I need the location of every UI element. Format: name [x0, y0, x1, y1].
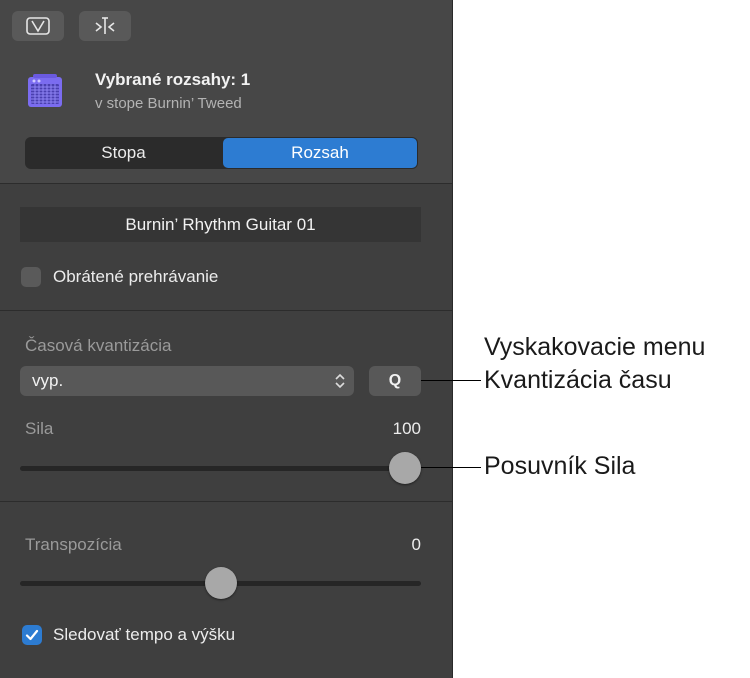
- transpose-value: 0: [411, 535, 421, 554]
- inspector-icon: [26, 17, 50, 35]
- quantize-button[interactable]: Q: [369, 366, 421, 396]
- time-quantize-label: Časová kvantizácia: [25, 336, 172, 355]
- selection-title: Vybrané rozsahy: 1: [95, 70, 251, 89]
- strength-slider-track[interactable]: [20, 466, 421, 471]
- popup-arrows-icon: [335, 373, 345, 389]
- divider: [0, 501, 452, 502]
- track-region-segmented-control: Stopa Rozsah: [25, 137, 418, 169]
- region-name-field[interactable]: Burnin’ Rhythm Guitar 01: [20, 207, 421, 242]
- callout-line-quantize: [421, 380, 481, 381]
- reverse-playback-label: Obrátené prehrávanie: [53, 267, 219, 286]
- time-quantize-value: vyp.: [32, 371, 64, 390]
- amp-icon: [28, 74, 62, 107]
- divider: [0, 183, 452, 184]
- callout-quantize-line1: Vyskakovacie menu: [484, 333, 706, 361]
- inspector-toggle-button[interactable]: [12, 11, 64, 41]
- tab-track[interactable]: Stopa: [25, 137, 222, 169]
- divider: [0, 310, 452, 311]
- follow-tempo-label: Sledovať tempo a výšku: [53, 625, 236, 644]
- snap-icon: [95, 17, 115, 34]
- strength-value: 100: [392, 419, 421, 438]
- follow-tempo-checkbox[interactable]: [22, 625, 42, 645]
- checkmark-icon: [25, 629, 39, 641]
- callout-quantize-line2: Kvantizácia času: [484, 366, 672, 394]
- callout-line-strength: [421, 467, 481, 468]
- tab-region[interactable]: Rozsah: [223, 138, 417, 168]
- transpose-label: Transpozícia: [25, 535, 122, 554]
- selection-subtitle: v stope Burnin’ Tweed: [95, 95, 242, 112]
- panel-border: [452, 0, 453, 678]
- reverse-playback-checkbox[interactable]: [21, 267, 41, 287]
- strength-label: Sila: [25, 419, 54, 438]
- callout-strength: Posuvník Sila: [484, 452, 636, 480]
- time-quantize-popup[interactable]: vyp.: [20, 366, 354, 396]
- strength-slider-knob[interactable]: [389, 452, 421, 484]
- transpose-slider-knob[interactable]: [204, 567, 237, 599]
- snap-button[interactable]: [79, 11, 131, 41]
